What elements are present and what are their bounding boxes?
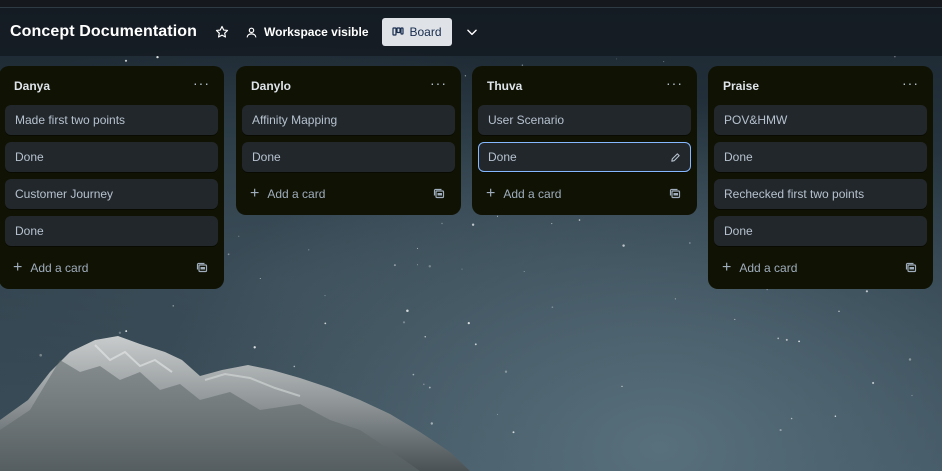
list-title[interactable]: Praise: [723, 79, 759, 93]
card[interactable]: Customer Journey: [5, 179, 218, 209]
list-danylo: Danylo ··· Affinity Mapping Done + Add a…: [236, 66, 461, 215]
list-menu-button[interactable]: ···: [430, 76, 447, 94]
card[interactable]: Affinity Mapping: [242, 105, 455, 135]
add-card-row: + Add a card: [5, 253, 218, 283]
card-title: Done: [724, 150, 753, 164]
add-card-button[interactable]: + Add a card: [486, 185, 562, 202]
create-from-template-button[interactable]: [905, 261, 919, 275]
add-card-label: Add a card: [30, 261, 89, 275]
create-from-template-button[interactable]: [196, 261, 210, 275]
template-icon: [669, 188, 681, 199]
add-card-button[interactable]: + Add a card: [722, 259, 798, 276]
list-header: Danylo ···: [242, 72, 455, 100]
list-header: Thuva ···: [478, 72, 691, 100]
create-from-template-button[interactable]: [669, 187, 683, 201]
card-title: Done: [15, 224, 44, 238]
list-title[interactable]: Danylo: [251, 79, 291, 93]
board-title[interactable]: Concept Documentation: [10, 23, 197, 41]
plus-icon: +: [250, 185, 260, 202]
card[interactable]: Done: [5, 142, 218, 172]
view-switcher-button[interactable]: [462, 22, 482, 42]
add-card-row: + Add a card: [478, 179, 691, 209]
list-menu-button[interactable]: ···: [193, 76, 210, 94]
card-title: Done: [252, 150, 281, 164]
template-icon: [905, 262, 917, 273]
add-card-row: + Add a card: [714, 253, 927, 283]
plus-icon: +: [722, 259, 732, 276]
list-menu-button[interactable]: ···: [902, 76, 919, 94]
add-card-label: Add a card: [739, 261, 798, 275]
card[interactable]: Done: [5, 216, 218, 246]
star-button[interactable]: [213, 23, 231, 41]
board-header: Concept Documentation Workspace visible …: [0, 8, 942, 56]
visibility-label: Workspace visible: [264, 25, 369, 39]
list-menu-button[interactable]: ···: [666, 76, 683, 94]
list-praise: Praise ··· POV&HMW Done Rechecked first …: [708, 66, 933, 289]
list-danya: Danya ··· Made first two points Done Cus…: [0, 66, 224, 289]
card-focused[interactable]: Done: [478, 142, 691, 172]
add-card-button[interactable]: + Add a card: [13, 259, 89, 276]
add-card-label: Add a card: [503, 187, 562, 201]
star-icon: [215, 25, 229, 38]
people-icon: [246, 27, 257, 37]
list-title[interactable]: Thuva: [487, 79, 522, 93]
add-card-label: Add a card: [267, 187, 326, 201]
plus-icon: +: [13, 259, 23, 276]
browser-top-strip: [0, 0, 942, 8]
card-title: User Scenario: [488, 113, 565, 127]
create-from-template-button[interactable]: [433, 187, 447, 201]
card[interactable]: Done: [242, 142, 455, 172]
card[interactable]: POV&HMW: [714, 105, 927, 135]
card-title: Done: [15, 150, 44, 164]
list-title[interactable]: Danya: [14, 79, 50, 93]
card[interactable]: Done: [714, 142, 927, 172]
template-icon: [433, 188, 445, 199]
list-header: Danya ···: [5, 72, 218, 100]
board-view-button[interactable]: Board: [381, 18, 452, 46]
list-thuva: Thuva ··· User Scenario Done + Add a car…: [472, 66, 697, 215]
card-title: Customer Journey: [15, 187, 114, 201]
add-card-row: + Add a card: [242, 179, 455, 209]
board-icon: [391, 27, 404, 36]
card-title: Rechecked first two points: [724, 187, 865, 201]
visibility-button[interactable]: Workspace visible: [245, 25, 369, 39]
add-card-button[interactable]: + Add a card: [250, 185, 326, 202]
edit-pencil-icon[interactable]: [670, 152, 681, 163]
card[interactable]: Made first two points: [5, 105, 218, 135]
list-header: Praise ···: [714, 72, 927, 100]
card-title: POV&HMW: [724, 113, 788, 127]
board-view-label: Board: [409, 25, 442, 39]
card[interactable]: Rechecked first two points: [714, 179, 927, 209]
card[interactable]: User Scenario: [478, 105, 691, 135]
card-title: Made first two points: [15, 113, 126, 127]
card-title: Done: [724, 224, 753, 238]
chevron-down-icon: [466, 29, 477, 36]
card-title: Done: [488, 150, 517, 164]
plus-icon: +: [486, 185, 496, 202]
card-title: Affinity Mapping: [252, 113, 338, 127]
template-icon: [196, 262, 208, 273]
card[interactable]: Done: [714, 216, 927, 246]
